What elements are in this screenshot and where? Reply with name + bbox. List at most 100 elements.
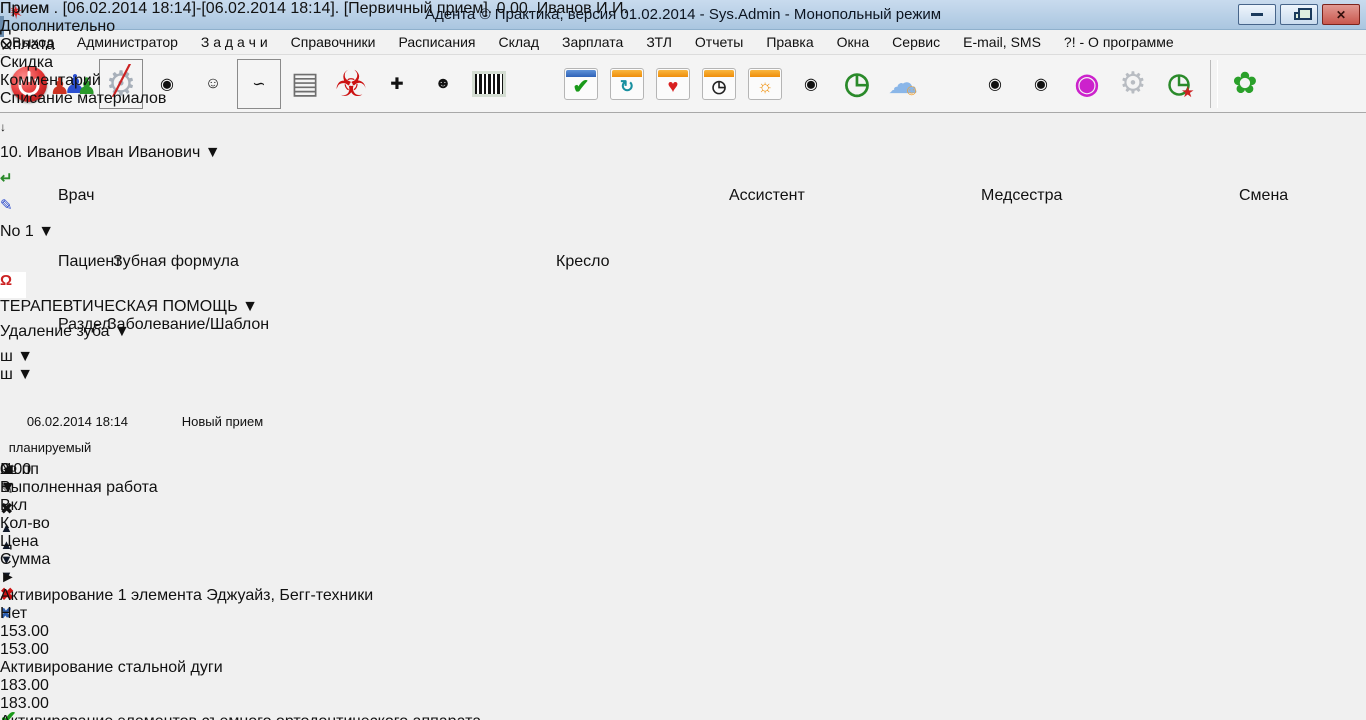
glyph: ✔ — [564, 67, 598, 100]
column-header[interactable]: Выполненная работа — [0, 479, 594, 497]
restore-button[interactable] — [1280, 4, 1318, 25]
triangle-down-icon: ▼ — [0, 479, 16, 496]
glyph: ♥ — [656, 67, 690, 100]
table-row[interactable]: Активирование элементов съемного ортодон… — [0, 713, 594, 720]
shift-down-button[interactable]: ↓ — [0, 120, 21, 144]
empty-field[interactable] — [0, 384, 70, 409]
tab-комментарий[interactable]: Комментарий — [0, 72, 220, 90]
menu-item-13[interactable]: E-mail, SMS — [963, 34, 1041, 50]
arrow-down-red-icon: ▼ — [17, 366, 34, 383]
tab-label: Списание материалов — [0, 90, 167, 107]
cell-money: 183.00 — [0, 695, 49, 712]
tv-icon[interactable]: ◉ — [788, 58, 834, 110]
close-icon: ✕ — [1335, 7, 1347, 22]
menu-item-14[interactable]: ?! - О программе — [1064, 34, 1174, 50]
tab-label: Дополнительно — [0, 18, 116, 35]
surprised-face-icon[interactable] — [926, 58, 972, 110]
menu-item-10[interactable]: Правка — [766, 34, 813, 50]
horizontal-scrollbar[interactable]: ◄ — [0, 461, 16, 479]
menu-item-8[interactable]: ЗТЛ — [646, 34, 672, 50]
glyph: ◉ — [988, 75, 1002, 93]
column-header[interactable]: № пп — [0, 461, 594, 479]
chair-value: No 1 — [0, 223, 34, 240]
column-header[interactable]: Сумма — [0, 551, 594, 569]
tab-label: Прием — [0, 0, 50, 17]
column-header[interactable]: Вкл — [0, 497, 594, 515]
appointment-state-box[interactable]: планируемый — [0, 434, 100, 461]
glyph: ☼ — [756, 76, 774, 96]
camera-icon[interactable]: ◉ — [972, 58, 1018, 110]
section-label: Раздел — [58, 316, 111, 333]
glyph: ◉ — [804, 75, 818, 93]
column-header[interactable]: Кол-во — [0, 515, 594, 533]
tab-прием[interactable]: Прием — [0, 0, 182, 18]
tooth-formula-button[interactable]: Ω — [0, 272, 26, 298]
doctor-label: Врач — [58, 187, 95, 204]
calendar-clock-icon[interactable]: ◷ — [696, 58, 742, 110]
shift-label: Смена — [1239, 187, 1289, 204]
cell-name: Активирование 1 элемента Эджуайз, Бегг-т… — [0, 587, 374, 604]
icq-flower-icon[interactable]: ✿ — [1222, 58, 1268, 110]
eye-icon[interactable]: ◉ — [1064, 58, 1110, 110]
menu-item-9[interactable]: Отчеты — [695, 34, 743, 50]
cell-money: 153.00 — [0, 641, 49, 658]
patient-card-button[interactable]: ↵ — [0, 169, 40, 196]
schedule-grid-icon[interactable] — [512, 58, 558, 110]
glyph: ✔ — [572, 76, 590, 98]
template-label: Заболевание/Шаблон — [107, 316, 270, 333]
formula-label: Зубная формула — [113, 253, 239, 270]
section-value: ТЕРАПЕВТИЧЕСКАЯ ПОМОЩЬ — [0, 298, 238, 315]
books-icon[interactable]: ▤ — [282, 58, 328, 110]
toolbar-separator — [1210, 59, 1218, 108]
first-aid-kit-icon[interactable]: ✚ — [374, 58, 420, 110]
inner-right-strip — [1316, 148, 1322, 712]
patient-value: 10. Иванов Иван Иванович — [0, 144, 201, 161]
chevron-down-icon[interactable]: ▼ — [242, 298, 258, 315]
biohazard-icon[interactable]: ☣ — [328, 58, 374, 110]
table-row[interactable]: Активирование стальной дуги 183.00 183.00 — [0, 659, 594, 713]
alarm-clock-icon[interactable]: ◷ — [834, 58, 880, 110]
cell-mk: ► — [0, 569, 16, 586]
glyph: ♥ — [667, 76, 679, 96]
restore-icon — [1294, 8, 1312, 20]
table-row[interactable]: ► Активирование 1 элемента Эджуайз, Бегг-… — [0, 569, 594, 659]
barcode-icon[interactable] — [466, 58, 512, 110]
glyph: ▤ — [290, 67, 320, 100]
menu-item-11[interactable]: Окна — [837, 34, 870, 50]
tab-label: Скидка — [0, 54, 54, 71]
chevron-down-icon[interactable]: ▼ — [205, 144, 221, 161]
close-button[interactable]: ✕ — [1322, 4, 1360, 25]
patient-edit-button[interactable]: ✎ — [0, 196, 40, 223]
calendar-heart-icon[interactable]: ♥ — [650, 58, 696, 110]
glyph: ✚ — [390, 75, 404, 93]
minimize-button[interactable] — [1238, 4, 1276, 25]
glyph: ◉ — [1034, 75, 1048, 93]
glyph: ↻ — [610, 67, 644, 100]
calendar-sun-icon[interactable]: ☼ — [742, 58, 788, 110]
glyph: ☺ — [904, 81, 920, 99]
calendar-refresh-icon[interactable]: ↻ — [604, 58, 650, 110]
glyph: ◷ — [711, 76, 727, 96]
glyph: ☼ — [748, 67, 782, 100]
cell-money: 183.00 — [0, 677, 49, 694]
alarm-star-icon[interactable]: ◷ ★ — [1156, 58, 1202, 110]
column-header[interactable]: Цена — [0, 533, 594, 551]
tab-оплата[interactable]: Оплата — [0, 36, 190, 54]
glyph: ⚙ — [1119, 67, 1147, 100]
insert-template-button[interactable]: ш ▼ — [0, 348, 1366, 366]
chair-combo[interactable]: No 1 ▼ — [0, 223, 747, 248]
scroll-down-button[interactable]: ▼ — [0, 479, 16, 497]
calendar-check-icon[interactable]: ✔ — [558, 58, 604, 110]
chat-icon[interactable]: ☁ ☺ — [880, 58, 926, 110]
eye-photo-icon[interactable]: ◉ — [1018, 58, 1064, 110]
scroll-left-button[interactable]: ◄ — [0, 461, 16, 479]
table-body: ► Активирование 1 элемента Эджуайз, Бегг-… — [0, 569, 594, 720]
appointment-status: Новый прием — [181, 414, 264, 429]
menu-item-12[interactable]: Сервис — [892, 34, 940, 50]
red-face-icon[interactable]: ☻ — [420, 58, 466, 110]
insert-template-all-button[interactable]: ш ▼ — [0, 366, 1366, 384]
patient-combo[interactable]: 10. Иванов Иван Иванович ▼ — [0, 144, 386, 169]
gear-icon[interactable]: ⚙ — [1110, 58, 1156, 110]
tab-дополнительно[interactable]: Дополнительно — [0, 18, 225, 36]
tab-скидка: Скидка — [0, 54, 182, 72]
